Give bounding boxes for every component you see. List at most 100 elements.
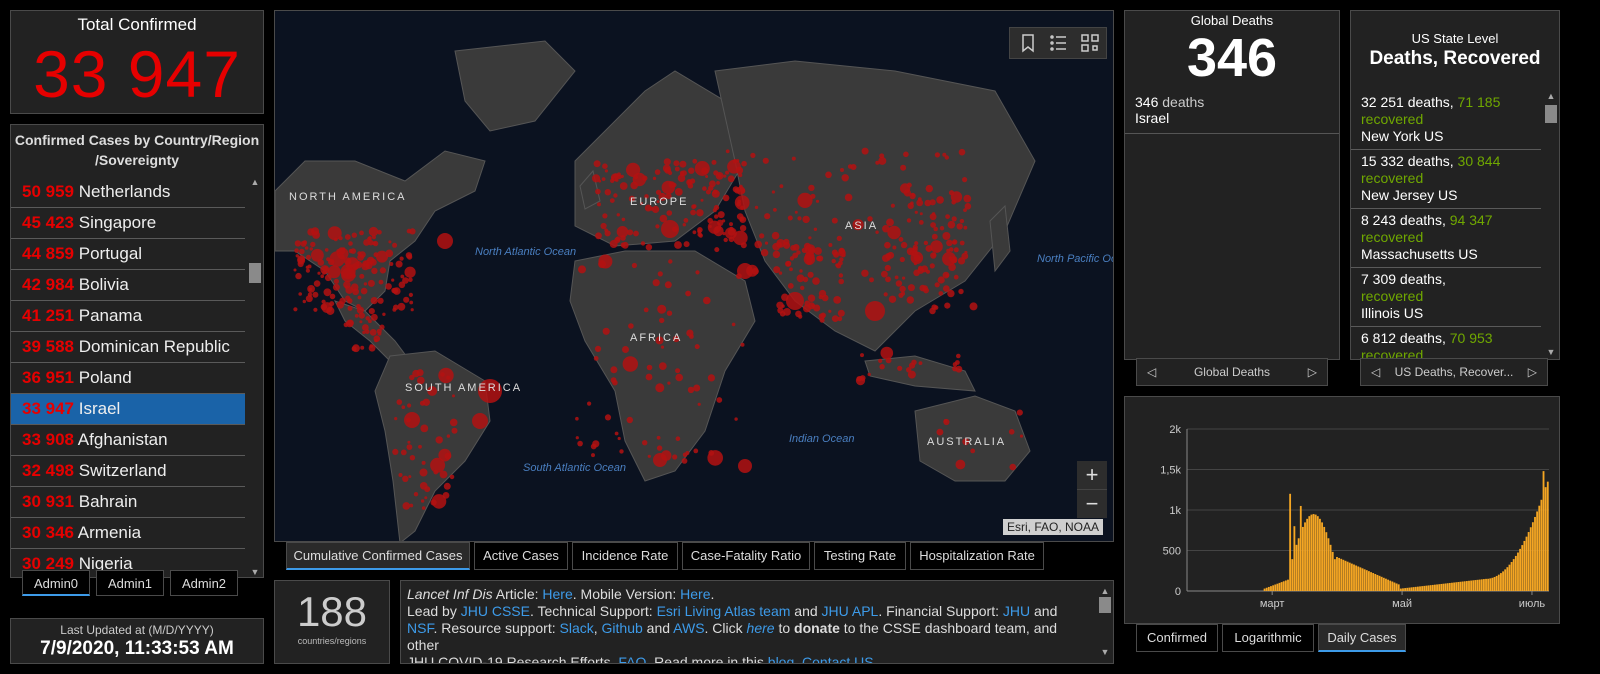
prev-arrow-icon[interactable]: ◁ bbox=[1147, 359, 1156, 385]
tab-admin2[interactable]: Admin2 bbox=[170, 570, 238, 596]
case-marker[interactable] bbox=[305, 295, 313, 303]
case-marker[interactable] bbox=[602, 213, 608, 219]
case-marker[interactable] bbox=[294, 248, 299, 253]
case-marker[interactable] bbox=[601, 177, 606, 182]
case-marker[interactable] bbox=[690, 209, 696, 216]
case-marker[interactable] bbox=[294, 240, 302, 247]
case-marker[interactable] bbox=[931, 233, 938, 240]
case-marker[interactable] bbox=[409, 228, 416, 235]
case-marker[interactable] bbox=[713, 225, 724, 237]
case-marker[interactable] bbox=[449, 474, 455, 480]
case-marker[interactable] bbox=[658, 362, 667, 370]
case-marker[interactable] bbox=[360, 287, 368, 295]
case-marker[interactable] bbox=[729, 222, 733, 227]
mobile-version-link[interactable]: Here bbox=[680, 586, 710, 602]
case-marker[interactable] bbox=[722, 194, 730, 202]
case-marker[interactable] bbox=[892, 245, 897, 250]
case-marker[interactable] bbox=[695, 270, 700, 275]
case-marker[interactable] bbox=[666, 310, 673, 316]
case-marker[interactable] bbox=[771, 231, 780, 240]
case-marker[interactable] bbox=[906, 296, 914, 304]
case-marker[interactable] bbox=[869, 277, 874, 283]
country-row[interactable]: 32 498 Switzerland bbox=[11, 456, 245, 487]
case-marker[interactable] bbox=[945, 214, 950, 220]
case-marker[interactable] bbox=[329, 293, 336, 300]
case-marker[interactable] bbox=[666, 210, 673, 216]
case-marker[interactable] bbox=[817, 255, 824, 262]
case-marker[interactable] bbox=[808, 236, 812, 240]
aws-link[interactable]: AWS bbox=[673, 620, 704, 636]
case-marker[interactable] bbox=[407, 403, 412, 408]
case-marker[interactable] bbox=[674, 188, 683, 196]
case-marker[interactable] bbox=[595, 188, 601, 195]
case-marker[interactable] bbox=[883, 292, 888, 297]
tab-admin1[interactable]: Admin1 bbox=[96, 570, 164, 596]
world-map[interactable]: NORTH AMERICA SOUTH AMERICA EUROPE AFRIC… bbox=[274, 10, 1114, 542]
case-marker[interactable] bbox=[396, 399, 403, 405]
case-marker[interactable] bbox=[391, 278, 395, 282]
case-marker[interactable] bbox=[739, 218, 743, 222]
case-marker[interactable] bbox=[815, 199, 820, 203]
case-marker[interactable] bbox=[410, 308, 414, 312]
case-marker[interactable] bbox=[327, 265, 341, 279]
case-marker[interactable] bbox=[661, 180, 675, 195]
case-marker[interactable] bbox=[837, 316, 843, 322]
case-marker[interactable] bbox=[305, 268, 310, 273]
case-marker[interactable] bbox=[930, 222, 936, 228]
case-marker[interactable] bbox=[352, 344, 360, 353]
case-marker[interactable] bbox=[400, 449, 407, 456]
case-marker[interactable] bbox=[452, 394, 455, 398]
case-marker[interactable] bbox=[754, 205, 759, 210]
case-marker[interactable] bbox=[781, 304, 785, 308]
case-marker[interactable] bbox=[354, 314, 359, 318]
case-marker[interactable] bbox=[908, 362, 916, 369]
case-marker[interactable] bbox=[909, 192, 916, 200]
case-marker[interactable] bbox=[907, 284, 915, 292]
case-marker[interactable] bbox=[783, 308, 791, 316]
case-marker[interactable] bbox=[413, 492, 419, 497]
case-marker[interactable] bbox=[368, 344, 376, 352]
case-marker[interactable] bbox=[692, 158, 698, 164]
case-marker[interactable] bbox=[714, 226, 719, 231]
case-marker[interactable] bbox=[836, 235, 842, 241]
case-marker[interactable] bbox=[741, 160, 747, 167]
case-marker[interactable] bbox=[808, 184, 815, 192]
case-marker[interactable] bbox=[675, 373, 683, 382]
case-marker[interactable] bbox=[578, 265, 586, 274]
tab-cumulative-confirmed[interactable]: Cumulative Confirmed Cases bbox=[286, 542, 470, 570]
case-marker[interactable] bbox=[789, 267, 793, 272]
case-marker[interactable] bbox=[402, 502, 411, 510]
case-marker[interactable] bbox=[953, 247, 959, 253]
case-marker[interactable] bbox=[887, 225, 901, 240]
case-marker[interactable] bbox=[379, 324, 385, 330]
case-marker[interactable] bbox=[307, 228, 315, 236]
tab-testing-rate[interactable]: Testing Rate bbox=[814, 542, 906, 570]
case-marker[interactable] bbox=[472, 413, 488, 429]
case-marker[interactable] bbox=[664, 281, 672, 289]
case-marker[interactable] bbox=[685, 290, 691, 297]
case-marker[interactable] bbox=[792, 244, 800, 251]
case-marker[interactable] bbox=[374, 338, 378, 343]
jhu-csse-link[interactable]: JHU CSSE bbox=[461, 603, 530, 619]
case-marker[interactable] bbox=[613, 193, 618, 198]
case-marker[interactable] bbox=[339, 297, 346, 305]
country-row[interactable]: 50 959 Netherlands bbox=[11, 177, 245, 208]
case-marker[interactable] bbox=[833, 296, 842, 304]
case-marker[interactable] bbox=[799, 269, 803, 273]
case-marker[interactable] bbox=[773, 266, 781, 274]
jhu-apl-link[interactable]: JHU APL bbox=[822, 603, 879, 619]
case-marker[interactable] bbox=[424, 496, 428, 500]
case-marker[interactable] bbox=[356, 304, 361, 309]
case-marker[interactable] bbox=[714, 214, 719, 219]
case-marker[interactable] bbox=[438, 367, 454, 384]
prev-arrow-icon[interactable]: ◁ bbox=[1371, 359, 1380, 385]
case-marker[interactable] bbox=[385, 249, 394, 258]
case-marker[interactable] bbox=[964, 250, 968, 255]
case-marker[interactable] bbox=[723, 237, 728, 243]
case-marker[interactable] bbox=[667, 381, 671, 385]
case-marker[interactable] bbox=[408, 475, 412, 479]
case-marker[interactable] bbox=[604, 169, 608, 173]
case-marker[interactable] bbox=[398, 473, 403, 477]
case-marker[interactable] bbox=[802, 276, 809, 283]
faq-link[interactable]: FAQ bbox=[618, 654, 646, 663]
